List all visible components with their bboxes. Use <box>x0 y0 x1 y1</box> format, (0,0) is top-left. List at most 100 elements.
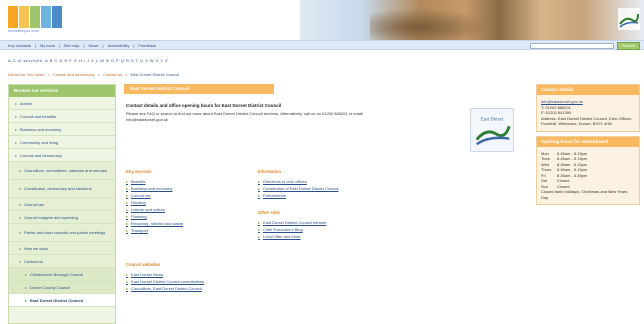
top-nav-link[interactable]: Site map <box>64 43 80 48</box>
section-link[interactable]: ▸ Recycling, rubbish and waste <box>126 220 256 226</box>
arrow-icon: ▸ <box>25 271 28 277</box>
sidebar-item[interactable]: ▸ Council and benefits <box>9 110 115 123</box>
section-heading: Council websites <box>126 262 161 267</box>
section-link[interactable]: ▸ Benefits <box>126 178 256 184</box>
arrow-icon: ▸ <box>25 284 28 290</box>
arrow-icon: ▸ <box>258 233 261 239</box>
sidebar-item[interactable]: ▸ How we work <box>9 242 115 255</box>
sidebar-item[interactable]: ▸ Constitution, democracy and elections <box>9 180 115 198</box>
logo-block <box>41 6 51 28</box>
site-logo[interactable] <box>8 6 62 28</box>
search-button[interactable]: Search <box>617 42 640 50</box>
arrow-icon: ▸ <box>19 168 22 173</box>
breadcrumb-link[interactable]: Contact us <box>103 72 122 77</box>
arrow-icon: ▸ <box>126 206 129 212</box>
section-heading: Information <box>258 169 282 174</box>
section-link[interactable]: ▸ Chief Executive's Blog <box>258 226 398 232</box>
section-link-label: Housing <box>131 199 146 205</box>
section-link[interactable]: ▸ Directions to civic offices <box>258 178 398 184</box>
section-link[interactable]: ▸ East Dorset District Council Intranet <box>258 219 398 225</box>
nav-separator: | <box>102 43 104 48</box>
sidebar-item[interactable]: ▸ Business and economy <box>9 123 115 136</box>
east-dorset-badge-icon <box>618 8 640 30</box>
arrow-icon: ▸ <box>126 199 129 205</box>
section-link[interactable]: ▸ Transport <box>126 227 256 233</box>
section-other-sites: Other sites ▸ East Dorset District Counci… <box>258 210 398 240</box>
arrow-icon: ▸ <box>126 278 129 284</box>
section-link-label: Planning <box>131 213 147 219</box>
section-link[interactable]: ▸ East Dorset District Council consultati… <box>126 278 276 284</box>
section-link-label: Local Offer and More <box>263 233 301 239</box>
section-link[interactable]: ▸ Local Offer and More <box>258 233 398 239</box>
top-nav-link[interactable]: Feedback <box>138 43 156 48</box>
sidebar-item[interactable]: ▸ Community and living <box>9 136 115 149</box>
arrow-icon: ▸ <box>19 258 22 264</box>
section-link[interactable]: ▸ Housing <box>126 199 256 205</box>
breadcrumb-separator: > <box>125 72 128 77</box>
arrow-icon: ▸ <box>126 178 129 184</box>
section-link[interactable]: ▸ Planning <box>126 213 256 219</box>
section-link[interactable]: ▸ Performance <box>258 192 398 198</box>
intro-heading: Contact details and office opening hours… <box>126 103 282 108</box>
section-link[interactable]: ▸ Leisure and culture <box>126 206 256 212</box>
arrow-icon: ▸ <box>258 226 261 232</box>
contact-address: Address: East Dorset District Council, C… <box>541 115 633 127</box>
arrow-icon: ▸ <box>19 245 22 251</box>
logo-block <box>52 6 62 28</box>
section-link[interactable]: ▸ Business and economy <box>126 185 256 191</box>
top-nav-link[interactable]: Accessibility <box>108 43 130 48</box>
arrow-icon: ▸ <box>126 271 129 277</box>
a-to-z-index[interactable]: A-Z of services: A B C D E F G H I J K L… <box>8 58 168 63</box>
section-link[interactable]: ▸ Councillors, East Dorset District Counc… <box>126 285 276 291</box>
section-link-label: Business and economy <box>131 185 173 191</box>
arrow-icon: ▸ <box>25 297 28 303</box>
sidebar-item[interactable]: ▸ Councillors, committees, calendar and m… <box>9 162 115 180</box>
nav-separator: | <box>83 43 85 48</box>
contact-heading: Contact details <box>537 85 639 95</box>
arrow-icon: ▸ <box>19 214 22 220</box>
breadcrumb: Dorset for You home > Council and democrac… <box>8 72 179 77</box>
arrow-icon: ▸ <box>126 192 129 198</box>
breadcrumb-link[interactable]: Council and democracy <box>53 72 95 77</box>
section-link[interactable]: ▸ Constitution of East Dorset District Co… <box>258 185 398 191</box>
section-link-label: Recycling, rubbish and waste <box>131 220 184 226</box>
sidebar-item[interactable]: ▸ Council tax <box>9 198 115 211</box>
hours-heading: Opening hours for switchboard <box>537 136 639 147</box>
sidebar-item[interactable]: ▸ Christchurch Borough Council <box>9 268 115 281</box>
nav-separator: | <box>58 43 60 48</box>
sidebar-item-label: Dorset County Council <box>30 284 71 290</box>
section-information: Information ▸ Directions to civic offices… <box>258 169 398 199</box>
services-sidebar: Browse our services ▸ Advice ▸ Council and … <box>8 84 116 324</box>
sidebar-item[interactable]: ▸ Dorset County Council <box>9 281 115 294</box>
sidebar-item[interactable]: ▸ Council budgets and spending <box>9 211 115 224</box>
arrow-icon: ▸ <box>258 178 261 184</box>
section-heading: Key services <box>126 169 152 174</box>
sidebar-item[interactable]: ▸ Advice <box>9 97 115 110</box>
nav-separator: | <box>133 43 135 48</box>
site-logo-text[interactable]: dorsetforyou.com <box>8 28 39 33</box>
sidebar-item-label: Council and benefits <box>20 113 57 119</box>
banner-photo <box>300 0 644 40</box>
hours-note: Closed bank holidays, Christmas and New … <box>541 189 628 200</box>
sidebar-item[interactable]: ▸ Contact us <box>9 255 115 268</box>
top-nav-link[interactable]: My local <box>40 43 55 48</box>
section-link-label: East Dorset District Council consultatio… <box>131 278 205 284</box>
top-nav-link[interactable]: News <box>89 43 99 48</box>
section-heading: Other sites <box>258 210 280 215</box>
sidebar-item[interactable]: ▸ East Dorset District Council <box>9 294 115 307</box>
arrow-icon: ▸ <box>126 213 129 219</box>
arrow-icon: ▸ <box>258 192 261 198</box>
sidebar-item[interactable]: ▸ Council and democracy <box>9 149 115 162</box>
breadcrumb-separator: > <box>47 72 50 77</box>
breadcrumb-link[interactable]: Dorset for You home <box>8 72 44 77</box>
section-link[interactable]: ▸ Council tax <box>126 192 256 198</box>
sidebar-item[interactable]: ▸ Parish and town councils and parish mee… <box>9 224 115 242</box>
sidebar-item-label: Contact us <box>24 258 44 264</box>
top-nav-link[interactable]: Key contacts <box>8 43 31 48</box>
section-link[interactable]: ▸ East Dorset News <box>126 271 276 277</box>
arrow-icon: ▸ <box>258 219 261 225</box>
site-banner: dorsetforyou.com <box>0 0 644 40</box>
arrow-icon: ▸ <box>15 152 18 158</box>
nav-separator: | <box>34 43 36 48</box>
search-input[interactable] <box>530 43 614 49</box>
